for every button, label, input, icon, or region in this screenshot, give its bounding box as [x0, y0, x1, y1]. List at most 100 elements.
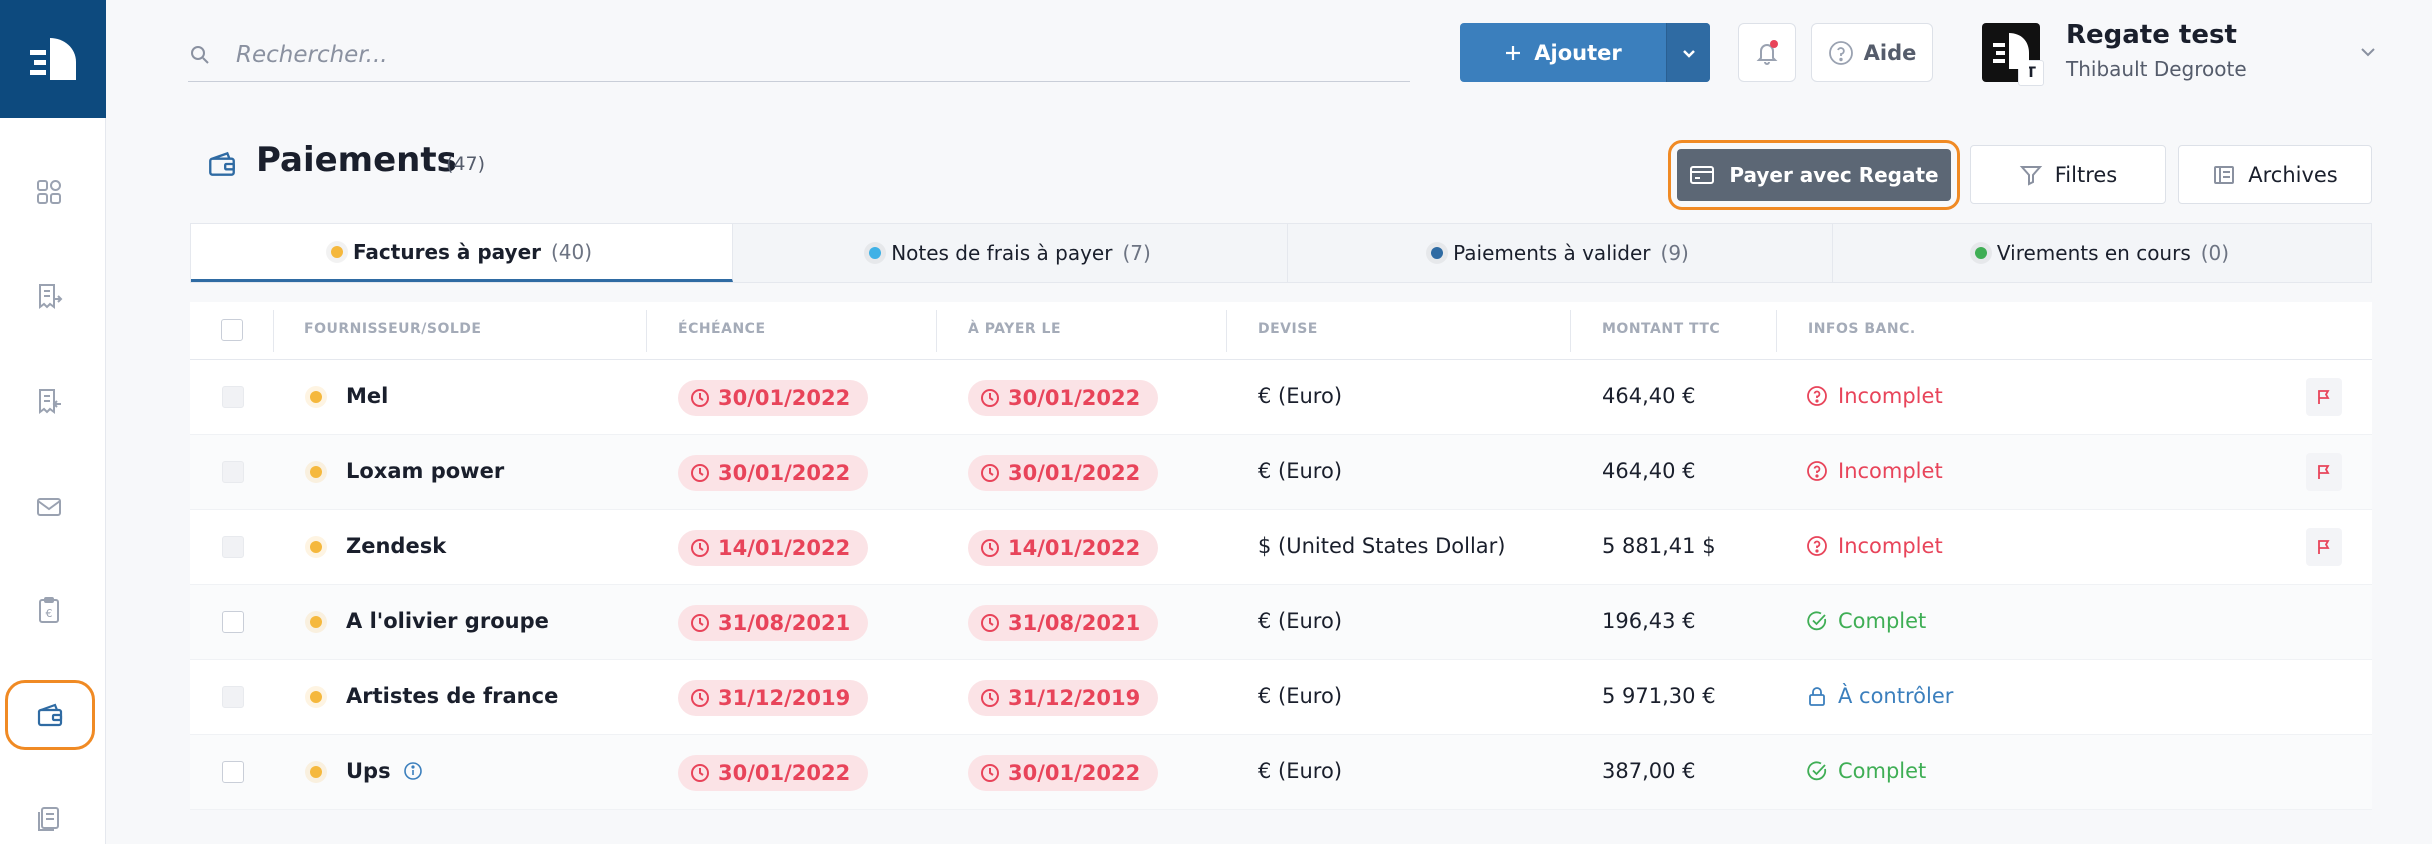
supplier-name[interactable]: Zendesk	[346, 534, 446, 558]
table-row[interactable]: Artistes de france 31/12/2019 31/12/2019…	[190, 660, 2372, 735]
search-input[interactable]	[236, 41, 1336, 68]
dashboard-icon[interactable]	[23, 166, 75, 218]
flag-button[interactable]	[2306, 378, 2342, 416]
info-icon[interactable]	[403, 761, 423, 781]
pay-date-pill[interactable]: 31/08/2021	[968, 605, 1159, 641]
flag-button[interactable]	[2306, 528, 2342, 566]
chevron-down-icon[interactable]	[2356, 40, 2380, 64]
tab-paiements-a-valider[interactable]: Paiements à valider (9)	[1288, 224, 1833, 282]
table-row[interactable]: Ups 30/01/2022 30/01/2022 € (Euro) 387,0…	[190, 735, 2372, 810]
bank-info-status[interactable]: Incomplet	[1806, 384, 1943, 408]
notifications-button[interactable]	[1738, 23, 1796, 82]
due-date-pill: 31/12/2019	[678, 680, 869, 716]
tab-factures-a-payer[interactable]: Factures à payer (40)	[191, 224, 733, 282]
due-date-pill: 14/01/2022	[678, 530, 869, 566]
page-title: Paiements	[256, 140, 457, 180]
archive-icon[interactable]	[23, 793, 75, 844]
due-date-pill: 30/01/2022	[678, 755, 869, 791]
user-company[interactable]: Regate test	[2066, 20, 2237, 50]
add-label: Ajouter	[1534, 40, 1622, 65]
currency: $ (United States Dollar)	[1258, 534, 1506, 558]
header-bank-info[interactable]: INFOS BANC.	[1808, 321, 1916, 337]
column-divider	[1226, 310, 1227, 352]
invoice-in-icon[interactable]	[23, 270, 75, 322]
row-checkbox[interactable]	[222, 536, 244, 558]
pay-date-pill[interactable]: 30/01/2022	[968, 455, 1159, 491]
pay-date-pill[interactable]: 30/01/2022	[968, 755, 1159, 791]
amount: 196,43 €	[1602, 609, 1696, 633]
tab-count: (7)	[1122, 241, 1151, 265]
supplier-name[interactable]: A l'olivier groupe	[346, 609, 549, 633]
pay-label: Payer avec Regate	[1729, 163, 1939, 187]
status-dot	[310, 541, 322, 553]
tab-dot	[330, 245, 343, 258]
check-circle-icon	[1807, 761, 1827, 781]
table-row[interactable]: Loxam power 30/01/2022 30/01/2022 € (Eur…	[190, 435, 2372, 510]
archives-button[interactable]: Archives	[2178, 145, 2372, 204]
bank-info-status[interactable]: Incomplet	[1806, 534, 1943, 558]
lock-icon	[1809, 687, 1825, 706]
due-date-pill: 30/01/2022	[678, 380, 869, 416]
header-pay-date[interactable]: À PAYER LE	[968, 321, 1061, 337]
supplier-name[interactable]: Loxam power	[346, 459, 504, 483]
flag-button[interactable]	[2306, 453, 2342, 491]
pay-with-regate-button[interactable]: Payer avec Regate	[1668, 140, 1960, 210]
regate-logo[interactable]	[0, 0, 106, 118]
status-dot	[310, 466, 322, 478]
help-icon	[1807, 461, 1827, 481]
status-dot	[310, 691, 322, 703]
table-row[interactable]: Mel 30/01/2022 30/01/2022 € (Euro) 464,4…	[190, 360, 2372, 435]
header-currency[interactable]: DEVISE	[1258, 321, 1318, 337]
pay-date-pill[interactable]: 14/01/2022	[968, 530, 1159, 566]
tab-virements-en-cours[interactable]: Virements en cours (0)	[1833, 224, 2371, 282]
help-label: Aide	[1863, 40, 1917, 65]
tab-notes-de-frais[interactable]: Notes de frais à payer (7)	[733, 224, 1288, 282]
bank-info-status[interactable]: Complet	[1806, 609, 1926, 633]
wallet-icon[interactable]	[5, 680, 95, 750]
table-header: FOURNISSEUR/SOLDE ÉCHÉANCE À PAYER LE DE…	[190, 302, 2372, 360]
supplier-name[interactable]: Ups	[346, 759, 423, 783]
supplier-name[interactable]: Artistes de france	[346, 684, 558, 708]
clock-icon	[691, 764, 709, 782]
pay-date-pill[interactable]: 31/12/2019	[968, 680, 1159, 716]
mail-icon[interactable]	[23, 481, 75, 533]
row-checkbox[interactable]	[222, 686, 244, 708]
supplier-label: Zendesk	[346, 534, 447, 558]
notification-dot	[1770, 40, 1778, 48]
table-row[interactable]: Zendesk 14/01/2022 14/01/2022 $ (United …	[190, 510, 2372, 585]
due-date-pill: 31/08/2021	[678, 605, 869, 641]
search-icon	[191, 45, 209, 64]
bank-info-status[interactable]: À contrôler	[1806, 684, 1953, 708]
filters-button[interactable]: Filtres	[1970, 145, 2166, 204]
clock-icon	[981, 389, 999, 407]
invoice-out-icon[interactable]	[23, 375, 75, 427]
pay-date: 31/08/2021	[1008, 611, 1141, 635]
header-due-date[interactable]: ÉCHÉANCE	[678, 321, 766, 337]
avatar[interactable]: T	[1982, 23, 2044, 86]
pay-date: 30/01/2022	[1008, 461, 1141, 485]
bank-info-status[interactable]: Incomplet	[1806, 459, 1943, 483]
header-amount[interactable]: MONTANT TTC	[1602, 321, 1720, 337]
select-all-checkbox[interactable]	[221, 319, 243, 341]
archive-box-icon	[2214, 165, 2235, 184]
row-checkbox[interactable]	[222, 761, 244, 783]
help-button[interactable]: Aide	[1811, 23, 1933, 82]
expense-icon[interactable]: €	[23, 584, 75, 636]
clock-icon	[981, 689, 999, 707]
flag-icon	[2318, 540, 2330, 554]
add-button: Ajouter	[1460, 23, 1710, 82]
flag-icon	[2318, 465, 2330, 479]
header-supplier[interactable]: FOURNISSEUR/SOLDE	[304, 321, 482, 337]
row-checkbox[interactable]	[222, 461, 244, 483]
row-checkbox[interactable]	[222, 386, 244, 408]
add-dropdown-button[interactable]	[1666, 23, 1710, 82]
clock-icon	[981, 764, 999, 782]
supplier-name[interactable]: Mel	[346, 384, 388, 408]
pay-date-pill[interactable]: 30/01/2022	[968, 380, 1159, 416]
check-circle-icon	[1807, 611, 1827, 631]
add-main-button[interactable]: Ajouter	[1460, 23, 1666, 82]
bank-info-status[interactable]: Complet	[1806, 759, 1926, 783]
table-row[interactable]: A l'olivier groupe 31/08/2021 31/08/2021…	[190, 585, 2372, 660]
filters-label: Filtres	[2054, 162, 2118, 187]
row-checkbox[interactable]	[222, 611, 244, 633]
